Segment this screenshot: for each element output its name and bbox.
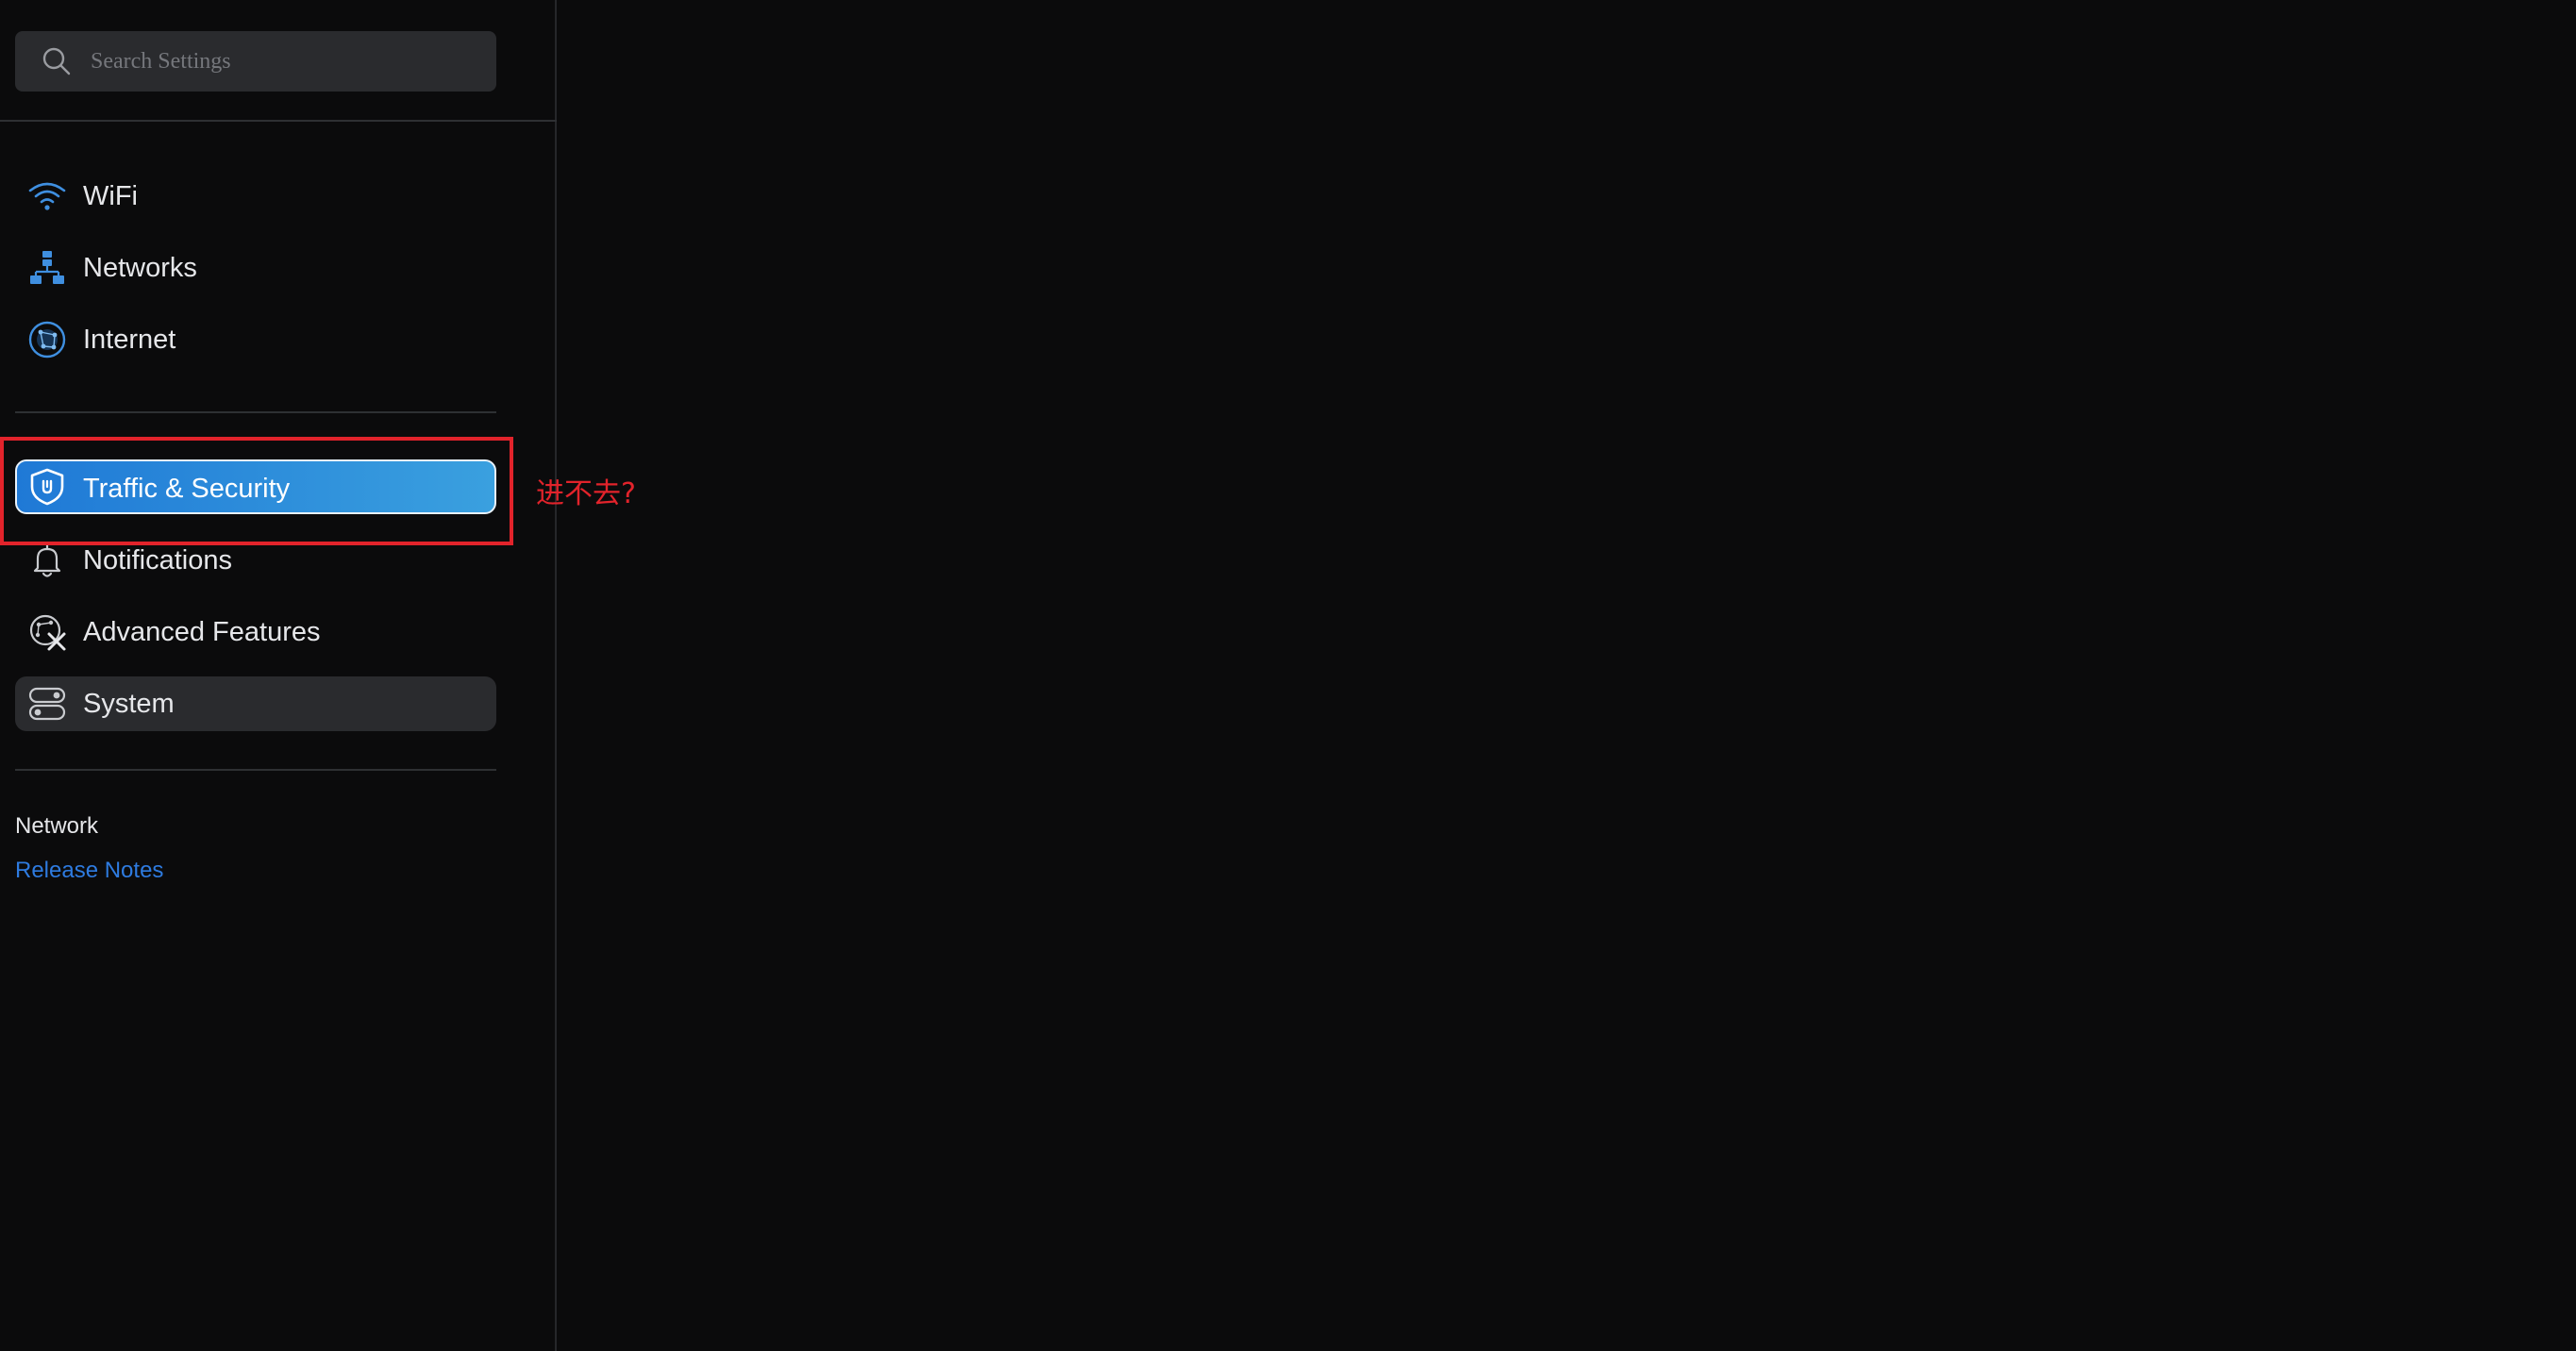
sidebar-item-internet[interactable]: Internet — [15, 312, 496, 367]
footer-app-name: Network — [15, 813, 99, 839]
sidebar-item-label: Networks — [83, 253, 197, 283]
sidebar-item-label: Traffic & Security — [83, 474, 291, 504]
sidebar-item-label: System — [83, 689, 175, 719]
sidebar-item-label: WiFi — [83, 181, 138, 211]
sidebar-item-label: Internet — [83, 325, 176, 355]
main-content — [559, 0, 2576, 1351]
network-topology-icon — [30, 251, 64, 284]
sidebar-item-traffic-security[interactable]: Traffic & Security — [15, 459, 496, 514]
sidebar-item-system[interactable]: System — [15, 676, 496, 731]
tools-icon — [29, 614, 66, 651]
release-notes-link[interactable]: Release Notes — [15, 858, 163, 884]
sidebar-item-notifications[interactable]: Notifications — [15, 533, 496, 588]
divider — [15, 769, 496, 771]
sidebar-item-networks[interactable]: Networks — [15, 241, 496, 295]
divider — [15, 411, 496, 413]
bell-icon — [33, 543, 61, 577]
sidebar-item-wifi[interactable]: WiFi — [15, 169, 496, 224]
annotation-note: 进不去? — [536, 477, 636, 510]
search-box[interactable] — [15, 31, 496, 92]
globe-icon — [28, 321, 66, 359]
sidebar-item-label: Notifications — [83, 545, 232, 575]
sidebar-item-label: Advanced Features — [83, 617, 321, 647]
shield-icon — [30, 468, 64, 506]
wifi-icon — [28, 182, 66, 210]
settings-app: WiFi Networks — [0, 0, 2576, 1351]
server-toggle-icon — [28, 687, 66, 721]
search-icon — [42, 47, 71, 75]
settings-sidebar: WiFi Networks — [0, 0, 557, 1351]
search-input[interactable] — [91, 31, 477, 92]
divider — [0, 120, 557, 122]
sidebar-item-advanced-features[interactable]: Advanced Features — [15, 605, 496, 659]
